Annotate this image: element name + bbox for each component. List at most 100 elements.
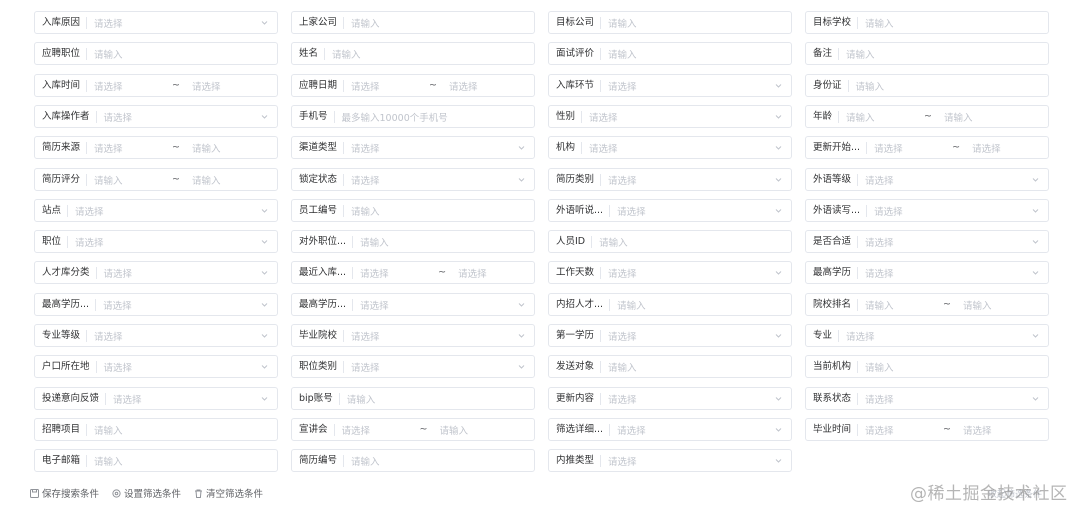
filter-field[interactable]: 姓名 请输入 (291, 42, 535, 65)
chevron-down-icon[interactable] (261, 113, 268, 120)
select-placeholder[interactable]: 请选择 (68, 204, 261, 218)
range-start-placeholder[interactable]: 请选择 (94, 79, 172, 93)
filter-field[interactable]: 最近入库... 请选择 ~ 请选择 (291, 261, 535, 284)
filter-field[interactable]: 是否合适 请选择 (805, 230, 1049, 253)
select-placeholder[interactable]: 请选择 (610, 423, 775, 437)
input-placeholder[interactable]: 请输入 (601, 16, 791, 30)
select-placeholder[interactable]: 请选择 (87, 329, 261, 343)
filter-field[interactable]: 内推类型 请选择 (548, 449, 792, 472)
select-placeholder[interactable]: 请选择 (68, 235, 261, 249)
filter-field[interactable]: 人员ID 请输入 (548, 230, 792, 253)
filter-field[interactable]: 性别 请选择 (548, 105, 792, 128)
chevron-down-icon[interactable] (261, 301, 268, 308)
filter-field[interactable]: 机构 请选择 (548, 136, 792, 159)
chevron-down-icon[interactable] (1032, 395, 1039, 402)
input-placeholder[interactable]: 请输入 (325, 47, 534, 61)
chevron-down-icon[interactable] (261, 269, 268, 276)
clear-filter-button[interactable]: 清空筛选条件 (194, 486, 263, 500)
range-input[interactable]: 请输入 ~ 请输入 (858, 298, 1048, 312)
chevron-down-icon[interactable] (775, 207, 782, 214)
chevron-down-icon[interactable] (775, 269, 782, 276)
select-placeholder[interactable]: 请选择 (96, 298, 261, 312)
select-placeholder[interactable]: 请选择 (582, 141, 775, 155)
input-placeholder[interactable]: 请输入 (858, 360, 1048, 374)
filter-field[interactable]: 目标公司 请输入 (548, 11, 792, 34)
range-start-placeholder[interactable]: 请输入 (846, 110, 924, 124)
filter-field[interactable]: 简历编号 请输入 (291, 449, 535, 472)
filter-field[interactable]: 电子邮箱 请输入 (34, 449, 278, 472)
select-placeholder[interactable]: 请选择 (610, 204, 775, 218)
filter-field[interactable]: 身份证 请输入 (805, 74, 1049, 97)
filter-field[interactable]: 更新开始... 请选择 ~ 请选择 (805, 136, 1049, 159)
filter-field[interactable]: 毕业院校 请选择 (291, 324, 535, 347)
filter-field[interactable]: 员工编号 请输入 (291, 199, 535, 222)
settings-filter-button[interactable]: 设置筛选条件 (112, 486, 181, 500)
filter-field[interactable]: 简历来源 请选择 ~ 请输入 (34, 136, 278, 159)
select-placeholder[interactable]: 请选择 (601, 392, 775, 406)
select-placeholder[interactable]: 请选择 (353, 298, 518, 312)
chevron-down-icon[interactable] (261, 238, 268, 245)
filter-field[interactable]: 上家公司 请输入 (291, 11, 535, 34)
chevron-down-icon[interactable] (775, 113, 782, 120)
filter-field[interactable]: 简历类别 请选择 (548, 168, 792, 191)
range-start-placeholder[interactable]: 请输入 (94, 173, 172, 187)
chevron-down-icon[interactable] (261, 332, 268, 339)
select-placeholder[interactable]: 请选择 (344, 173, 518, 187)
chevron-down-icon[interactable] (775, 395, 782, 402)
filter-field[interactable]: 联系状态 请选择 (805, 387, 1049, 410)
filter-field[interactable]: 锁定状态 请选择 (291, 168, 535, 191)
input-placeholder[interactable]: 最多输入10000个手机号 (335, 110, 534, 124)
input-placeholder[interactable]: 请输入 (87, 47, 277, 61)
filter-field[interactable]: 工作天数 请选择 (548, 261, 792, 284)
filter-field[interactable]: 手机号 最多输入10000个手机号 (291, 105, 535, 128)
select-placeholder[interactable]: 请选择 (582, 110, 775, 124)
range-start-placeholder[interactable]: 请选择 (94, 141, 172, 155)
input-placeholder[interactable]: 请输入 (592, 235, 791, 249)
input-placeholder[interactable]: 请输入 (344, 454, 534, 468)
input-placeholder[interactable]: 请输入 (849, 79, 1048, 93)
chevron-down-icon[interactable] (1032, 332, 1039, 339)
chevron-down-icon[interactable] (518, 332, 525, 339)
range-input[interactable]: 请选择 ~ 请输入 (335, 423, 534, 437)
input-placeholder[interactable]: 请输入 (858, 16, 1048, 30)
range-end-placeholder[interactable]: 请选择 (192, 79, 270, 93)
chevron-down-icon[interactable] (775, 332, 782, 339)
range-end-placeholder[interactable]: 请选择 (449, 79, 527, 93)
filter-field[interactable]: 站点 请选择 (34, 199, 278, 222)
chevron-down-icon[interactable] (775, 144, 782, 151)
filter-field[interactable]: 入库环节 请选择 (548, 74, 792, 97)
range-input[interactable]: 请选择 ~ 请选择 (344, 79, 534, 93)
filter-field[interactable]: 筛选详细... 请选择 (548, 418, 792, 441)
chevron-down-icon[interactable] (1032, 207, 1039, 214)
chevron-down-icon[interactable] (518, 363, 525, 370)
range-input[interactable]: 请选择 ~ 请选择 (87, 79, 277, 93)
chevron-down-icon[interactable] (775, 457, 782, 464)
filter-field[interactable]: 发送对象 请输入 (548, 355, 792, 378)
select-placeholder[interactable]: 请选择 (601, 79, 775, 93)
filter-field[interactable]: 招聘项目 请输入 (34, 418, 278, 441)
filter-field[interactable]: 外语读写... 请选择 (805, 199, 1049, 222)
chevron-down-icon[interactable] (1032, 176, 1039, 183)
filter-field[interactable]: 专业 请选择 (805, 324, 1049, 347)
range-end-placeholder[interactable]: 请输入 (192, 173, 270, 187)
select-placeholder[interactable]: 请选择 (344, 329, 518, 343)
select-placeholder[interactable]: 请选择 (344, 141, 518, 155)
select-placeholder[interactable]: 请选择 (601, 266, 775, 280)
filter-field[interactable]: 面试评价 请输入 (548, 42, 792, 65)
select-placeholder[interactable]: 请选择 (97, 266, 261, 280)
filter-field[interactable]: 简历评分 请输入 ~ 请输入 (34, 168, 278, 191)
range-input[interactable]: 请选择 ~ 请输入 (87, 141, 277, 155)
input-placeholder[interactable]: 请输入 (353, 235, 534, 249)
filter-field[interactable]: 外语等级 请选择 (805, 168, 1049, 191)
select-placeholder[interactable]: 请选择 (106, 392, 261, 406)
filter-field[interactable]: 目标学校 请输入 (805, 11, 1049, 34)
select-placeholder[interactable]: 请选择 (97, 360, 261, 374)
filter-field[interactable]: 应聘职位 请输入 (34, 42, 278, 65)
select-placeholder[interactable]: 请选择 (858, 173, 1032, 187)
range-start-placeholder[interactable]: 请选择 (865, 423, 943, 437)
chevron-down-icon[interactable] (261, 363, 268, 370)
input-placeholder[interactable]: 请输入 (610, 298, 791, 312)
chevron-down-icon[interactable] (775, 176, 782, 183)
range-end-placeholder[interactable]: 请选择 (458, 266, 534, 280)
select-placeholder[interactable]: 请选择 (858, 392, 1032, 406)
